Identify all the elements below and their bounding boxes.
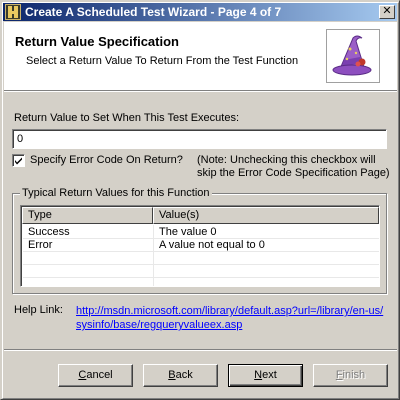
table-row[interactable]: Success The value 0 (23, 226, 379, 239)
help-link[interactable]: http://msdn.microsoft.com/library/defaul… (76, 304, 386, 332)
finish-button: Finish (313, 364, 388, 387)
cancel-button[interactable]: Cancel (58, 364, 133, 387)
app-icon (5, 4, 21, 20)
empty-row (23, 252, 379, 265)
error-code-note-line1: (Note: Unchecking this checkbox will (197, 154, 376, 166)
typical-values-list[interactable]: Type Value(s) Success The value 0 Error … (20, 205, 380, 287)
close-button[interactable]: ✕ (379, 5, 395, 19)
checkmark-icon (15, 157, 22, 165)
wizard-hat-icon (326, 29, 380, 83)
back-button[interactable]: Back (143, 364, 218, 387)
row-value-cell: The value 0 (159, 226, 217, 238)
typical-values-group-title: Typical Return Values for this Function (20, 187, 212, 199)
help-link-label: Help Link: (14, 304, 63, 316)
error-code-checkbox[interactable] (12, 154, 25, 167)
page-title: Return Value Specification (15, 34, 179, 49)
row-value-cell: A value not equal to 0 (159, 239, 265, 251)
column-header-type[interactable]: Type (22, 207, 153, 224)
wizard-header: Return Value Specification Select a Retu… (4, 22, 397, 90)
title-bar[interactable]: Create A Scheduled Test Wizard - Page 4 … (3, 3, 397, 21)
return-value-label: Return Value to Set When This Test Execu… (14, 112, 240, 124)
window-title: Create A Scheduled Test Wizard - Page 4 … (25, 5, 282, 19)
table-row[interactable]: Error A value not equal to 0 (23, 239, 379, 252)
empty-row (23, 265, 379, 278)
row-type-cell: Error (28, 239, 53, 251)
column-header-values[interactable]: Value(s) (153, 207, 379, 224)
error-code-label[interactable]: Specify Error Code On Return? (30, 154, 183, 166)
next-button[interactable]: Next (228, 364, 303, 387)
page-subtitle: Select a Return Value To Return From the… (26, 55, 299, 67)
error-code-note-line2: skip the Error Code Specification Page) (197, 167, 390, 179)
row-type-cell: Success (28, 226, 70, 238)
wizard-window: Create A Scheduled Test Wizard - Page 4 … (0, 0, 400, 400)
return-value-input[interactable] (12, 129, 387, 149)
